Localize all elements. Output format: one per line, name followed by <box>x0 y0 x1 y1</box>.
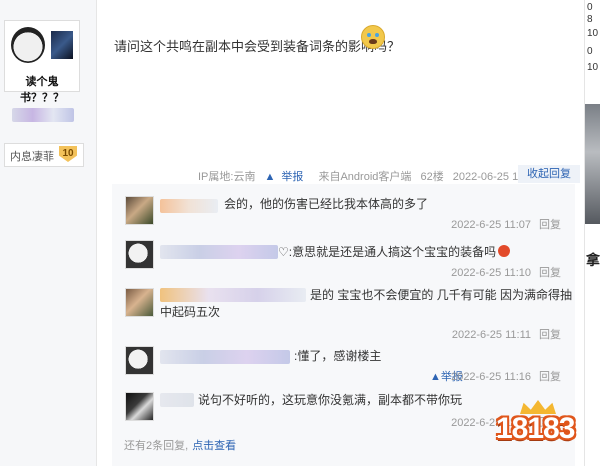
reply-item: 会的，他的伤害已经比我本体高的多了 2022-6-25 11:07 回复 <box>112 194 575 234</box>
ad-image[interactable] <box>585 104 600 224</box>
badge-level-icon: 10 <box>59 146 77 162</box>
right-number: 10 <box>587 62 599 73</box>
right-number: 0 <box>587 46 593 57</box>
post-source[interactable]: 来自Android客户端 <box>318 171 411 183</box>
reply-time: 2022-6-25 11:16 回复 <box>451 368 561 384</box>
logo-text: 18183 <box>496 412 575 445</box>
reply-username-blurred[interactable] <box>160 245 278 259</box>
username-blurred[interactable] <box>12 108 74 122</box>
reply-username-blurred[interactable] <box>160 288 306 302</box>
reply-text: ♡:意思就是还是通人搞这个宝宝的装备吗 <box>278 244 511 261</box>
reply-avatar[interactable] <box>125 288 154 317</box>
reply-time: 2022-6-25 11:10 回复 <box>451 264 561 280</box>
meme-side-image <box>51 31 73 59</box>
user-avatar[interactable]: 读个鬼书？？？ <box>4 20 80 104</box>
ad-title-char: 拿 <box>586 252 600 268</box>
fearful-emoji-icon <box>361 25 385 49</box>
meme-face-image <box>11 27 45 63</box>
reply-avatar[interactable] <box>125 240 154 269</box>
reply-timestamp: 2022-6-25 11:10 <box>451 267 531 279</box>
reply-timestamp: 2022-6-25 11:11 <box>451 329 531 341</box>
reply-avatar[interactable] <box>125 392 154 421</box>
view-more-link[interactable]: 点击查看 <box>192 440 236 452</box>
more-replies-text: 还有2条回复, <box>124 440 189 452</box>
reply-button[interactable]: 回复 <box>539 371 561 383</box>
right-sidebar: 0 8 10 0 10 拿 <box>584 0 600 466</box>
report-icon: ▲ <box>264 171 276 183</box>
reply-text: :懂了，感谢楼主 <box>294 349 382 363</box>
reply-button[interactable]: 回复 <box>539 267 561 279</box>
reply-item: :懂了，感谢楼主 ▲举报 2022-6-25 11:16 回复 <box>112 346 575 386</box>
reply-time: 2022-6-25 11:07 回复 <box>451 216 561 232</box>
post-content: 请问这个共鸣在副本中会受到装备词条的影响吗？ <box>114 39 401 54</box>
collapse-replies-button[interactable]: 收起回复 <box>518 165 580 183</box>
report-label: 举报 <box>281 171 304 183</box>
reply-username-blurred[interactable] <box>160 393 194 407</box>
report-link[interactable]: ▲ 举报 <box>265 171 310 183</box>
right-number: 8 <box>587 14 593 25</box>
user-sidebar: 读个鬼书？？？ 内息凄菲 10 <box>0 0 97 466</box>
reply-time: 2022-6-25 11:11 回复 <box>452 326 561 342</box>
reply-text: 是的 宝宝也不会便宜的 几千有可能 因为满命得抽 <box>310 287 572 304</box>
post-meta: IP属地:云南 ▲ 举报 来自Android客户端 62楼 2022-06-25 … <box>198 165 580 184</box>
heart-icon: ♡ <box>278 245 289 259</box>
more-replies: 还有2条回复, 点击查看 <box>124 437 236 453</box>
reply-button[interactable]: 回复 <box>539 219 561 231</box>
reply-text: 说句不好听的，这玩意你没氪满，副本都不带你玩 <box>198 393 463 407</box>
reply-text-content: 是的 宝宝也不会便宜的 几千有可能 因为满命得抽 <box>310 288 573 302</box>
reply-username-blurred[interactable] <box>160 350 290 364</box>
reply-text-content: 懂了，感谢楼主 <box>297 349 382 363</box>
reply-username-blurred[interactable] <box>160 199 218 213</box>
right-number: 10 <box>587 28 599 39</box>
reply-item: 是的 宝宝也不会便宜的 几千有可能 因为满命得抽 中起码五次 2022-6-25… <box>112 284 575 344</box>
reply-item: ♡:意思就是还是通人搞这个宝宝的装备吗 2022-6-25 11:10 回复 <box>112 240 575 280</box>
page: 读个鬼书？？？ 内息凄菲 10 请问这个共鸣在副本中会受到装备词条的影响吗？ I… <box>0 0 600 466</box>
post-main: 请问这个共鸣在副本中会受到装备词条的影响吗？ IP属地:云南 ▲ 举报 来自And… <box>97 0 584 466</box>
reply-button[interactable]: 回复 <box>539 329 561 341</box>
apple-emoji-icon <box>498 245 511 257</box>
floor-number: 62楼 <box>420 171 444 183</box>
badge-label: 内息凄菲 <box>10 151 54 163</box>
report-icon: ▲ <box>430 371 441 383</box>
reply-text-content: 意思就是还是通人搞这个宝宝的装备吗 <box>292 245 497 259</box>
reply-text: 会的，他的伤害已经比我本体高的多了 <box>224 197 429 211</box>
reply-avatar[interactable] <box>125 196 154 225</box>
reply-timestamp: 2022-6-25 11:16 <box>451 371 531 383</box>
ip-location: IP属地:云南 <box>198 171 256 183</box>
reply-avatar[interactable] <box>125 346 154 375</box>
site-logo: 18183 <box>490 400 586 462</box>
reply-text-line2: 中起码五次 <box>160 305 221 319</box>
meme-caption: 读个鬼书？？？ <box>20 76 64 104</box>
right-number: 0 <box>587 2 593 13</box>
member-badge[interactable]: 内息凄菲 10 <box>4 143 84 167</box>
reply-timestamp: 2022-6-25 11:07 <box>451 219 531 231</box>
